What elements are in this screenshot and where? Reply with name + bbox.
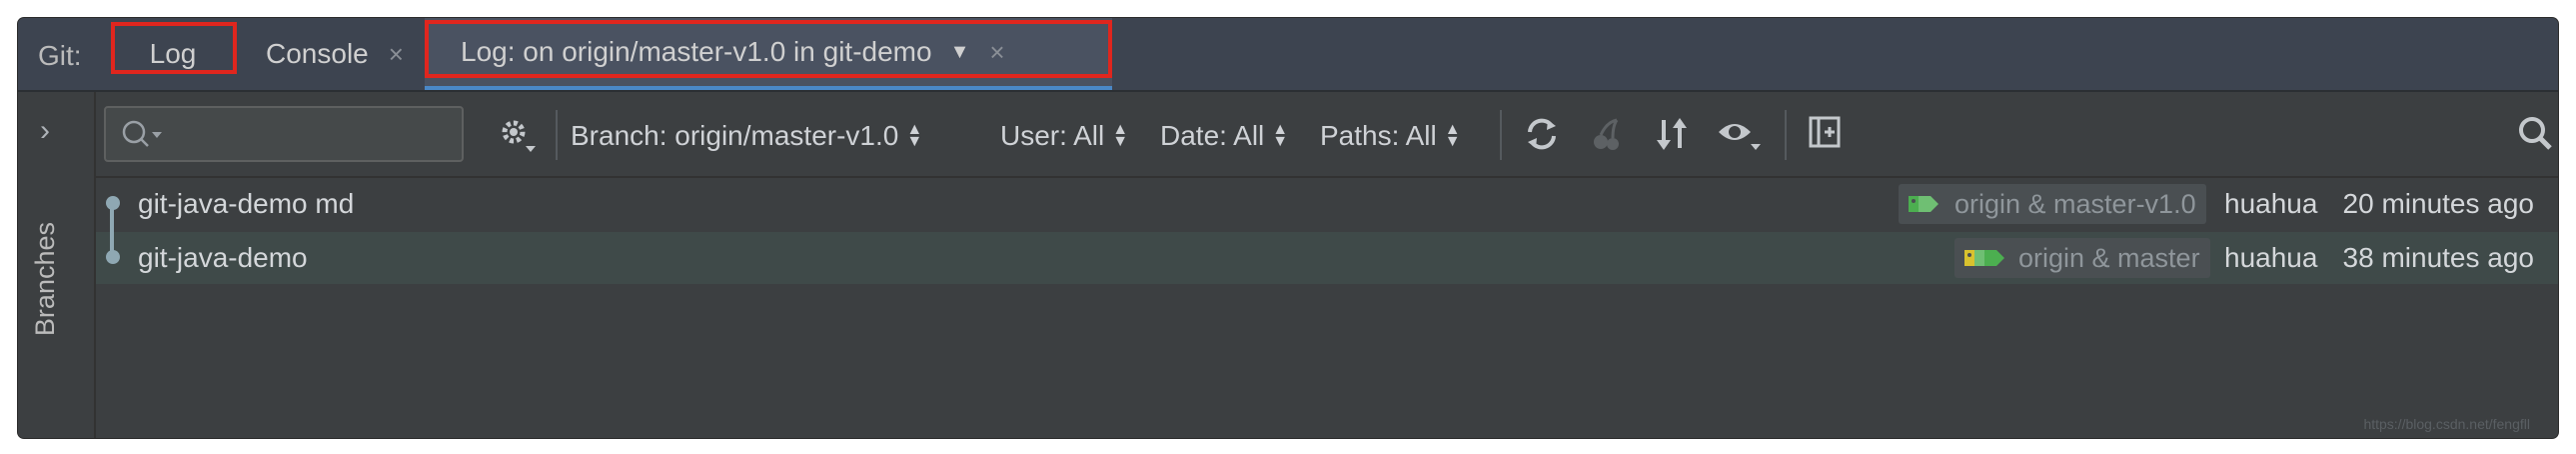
date-filter[interactable]: Date: All ▲ ▼ [1160,120,1288,152]
ref-label-text: origin & master-v1.0 [1954,188,2196,219]
updown-arrows-icon: ▲ ▼ [1444,121,1461,150]
ref-labels: origin & master-v1.0 [1899,184,2206,224]
tab-bar: Git: Log Console × Log: on origin/master… [18,18,2558,92]
commit-row[interactable]: git-java-demo md origin & master-v1.0 hu… [96,178,2558,230]
branches-toggle[interactable]: Branches [30,222,61,382]
watermark: https://blog.csdn.net/fengfll [2363,416,2530,432]
search-input[interactable] [104,106,464,162]
commit-graph-edge [110,202,114,258]
search-icon [122,120,162,147]
branch-filter[interactable]: Branch: origin/master-v1.0 ▲ ▼ [571,120,922,152]
toolbar-separator [1500,110,1502,160]
user-filter-label: User: All [1000,120,1105,151]
branches-rail: › Branches [18,92,96,438]
gear-icon[interactable] [496,112,540,156]
commit-message: git-java-demo md [138,188,355,219]
close-icon[interactable]: × [389,39,404,70]
highlight-box-branch-tab [425,20,1112,78]
date-filter-label: Date: All [1160,120,1265,151]
refresh-icon[interactable] [1520,112,1564,156]
sort-icon[interactable] [1650,112,1694,156]
highlight-box-log [111,22,237,74]
eye-icon[interactable] [1715,112,1765,156]
commit-message: git-java-demo [138,242,308,273]
ref-labels: origin & master [1954,238,2210,278]
toolbar-separator [1785,110,1787,160]
toolbar-separator [556,110,558,160]
commit-author: huahua [2224,242,2318,273]
tag-icon [1909,196,1938,212]
commit-author: huahua [2224,188,2318,219]
updown-arrows-icon: ▲ ▼ [1112,121,1129,150]
tag-icon [1964,250,2004,266]
user-filter[interactable]: User: All ▲ ▼ [1000,120,1128,152]
updown-arrows-icon: ▲ ▼ [1272,121,1289,150]
chevron-right-icon[interactable]: › [40,114,50,148]
cherry-pick-icon[interactable] [1585,112,1629,156]
search-icon[interactable] [2514,112,2558,156]
branch-filter-label: Branch: origin/master-v1.0 [571,120,899,151]
commit-row[interactable]: git-java-demo origin & master huahua 38 … [96,232,2558,284]
paths-filter[interactable]: Paths: All ▲ ▼ [1320,120,1461,152]
ref-label-text: origin & master [2018,242,2200,273]
tab-label: Console [266,38,369,69]
log-toolbar: Branch: origin/master-v1.0 ▲ ▼ User: All … [96,92,2558,178]
tool-window-title: Git: [38,40,82,71]
tab-console[interactable]: Console × [240,18,440,90]
commit-date: 38 minutes ago [2342,242,2534,273]
updown-arrows-icon: ▲ ▼ [906,121,923,150]
new-tab-icon[interactable] [1803,112,1847,156]
commit-date: 20 minutes ago [2342,188,2534,219]
paths-filter-label: Paths: All [1320,120,1437,151]
git-tool-window: Git: Log Console × Log: on origin/master… [18,18,2558,438]
